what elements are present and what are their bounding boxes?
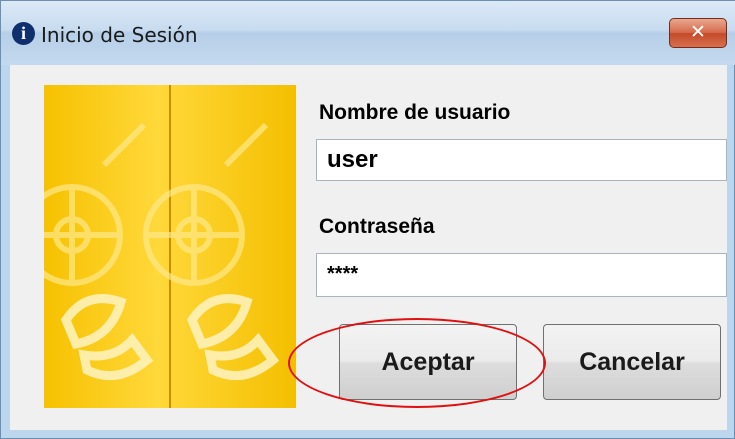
accept-button[interactable]: Aceptar	[339, 324, 517, 400]
login-dialog: i Inicio de Sesión ✕ Nombre de usuario u…	[0, 0, 735, 439]
username-input[interactable]: user	[316, 139, 727, 181]
username-label: Nombre de usuario	[319, 101, 511, 124]
password-label: Contraseña	[319, 215, 435, 238]
cancel-button[interactable]: Cancelar	[543, 324, 721, 400]
info-icon: i	[12, 22, 35, 45]
title-bar[interactable]: i Inicio de Sesión ✕	[1, 1, 735, 65]
window-title: Inicio de Sesión	[41, 23, 198, 47]
dialog-body: Nombre de usuario user Contraseña **** A…	[10, 65, 727, 430]
password-input[interactable]: ****	[316, 253, 727, 297]
close-button[interactable]: ✕	[669, 18, 727, 48]
vault-banner-image	[44, 85, 296, 408]
